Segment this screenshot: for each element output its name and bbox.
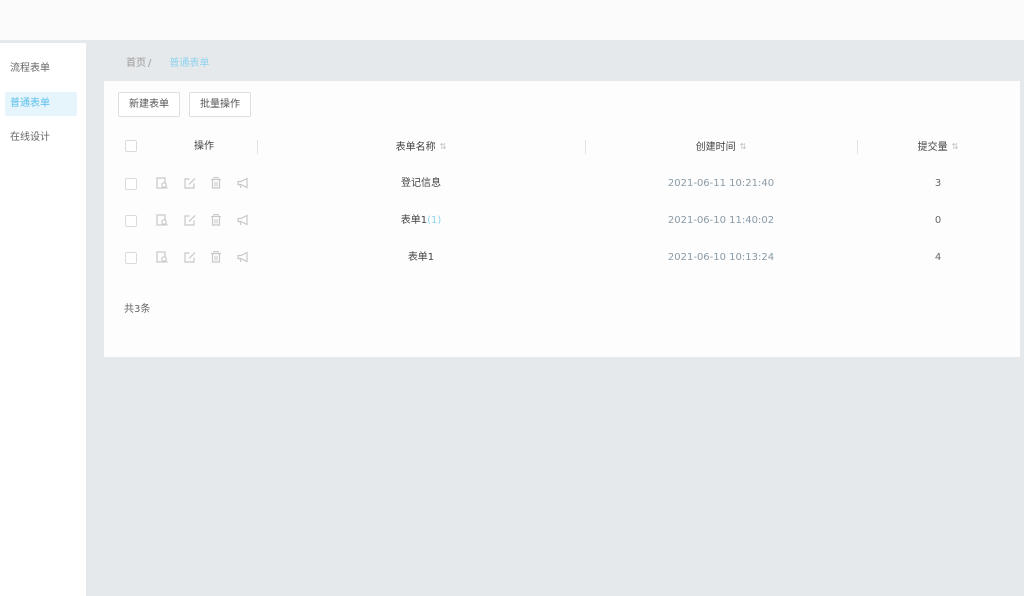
form-name-suffix[interactable]: (1) [427, 215, 441, 226]
form-name[interactable]: 表单1 [408, 252, 434, 263]
column-header-name[interactable]: 表单名称 ⇅ [258, 135, 584, 159]
sort-icon[interactable]: ⇅ [952, 135, 959, 159]
form-name[interactable]: 登记信息 [401, 178, 441, 189]
table-row: 表单1 2021-06-10 10:13:24 4 [104, 239, 1020, 276]
submit-count-cell: 3 [934, 178, 942, 189]
submit-count-cell: 0 [934, 215, 942, 226]
row-checkbox[interactable] [125, 178, 137, 190]
batch-operation-button[interactable]: 批量操作 [189, 92, 251, 117]
sidebar-item-online-design[interactable]: 在线设计 [5, 126, 77, 150]
column-header-time[interactable]: 创建时间 ⇅ [586, 135, 856, 159]
column-header-count-label: 提交量 [917, 142, 948, 153]
row-checkbox[interactable] [125, 252, 137, 264]
column-header-time-label: 创建时间 [695, 142, 736, 153]
edit-icon[interactable] [183, 213, 197, 227]
form-name-cell: 表单1 [258, 239, 584, 276]
publish-icon[interactable] [236, 176, 250, 190]
created-time-cell: 2021-06-11 10:21:40 [667, 178, 775, 189]
top-bar [0, 0, 1024, 40]
table-row: 登记信息 2021-06-11 10:21:40 3 [104, 165, 1020, 202]
form-name-cell: 登记信息 [258, 165, 584, 202]
publish-icon[interactable] [236, 250, 250, 264]
sidebar: 流程表单 普通表单 在线设计 [0, 43, 86, 596]
created-time-cell: 2021-06-10 10:13:24 [667, 252, 775, 263]
table-row: 表单1(1) 2021-06-10 11:40:02 0 [104, 202, 1020, 239]
view-icon[interactable] [155, 250, 169, 264]
select-all-checkbox[interactable] [125, 140, 137, 152]
edit-icon[interactable] [183, 176, 197, 190]
view-icon[interactable] [155, 176, 169, 190]
total-count: 共3条 [124, 304, 151, 315]
row-checkbox[interactable] [125, 215, 137, 227]
breadcrumb-parent[interactable]: 首页 [126, 58, 146, 69]
column-header-name-label: 表单名称 [395, 142, 436, 153]
publish-icon[interactable] [236, 213, 250, 227]
delete-icon[interactable] [209, 250, 223, 264]
form-name-cell: 表单1(1) [258, 202, 584, 239]
sort-icon[interactable]: ⇅ [440, 135, 447, 159]
form-name[interactable]: 表单1 [401, 215, 427, 226]
created-time-cell: 2021-06-10 11:40:02 [667, 215, 775, 226]
sort-icon[interactable]: ⇅ [740, 135, 747, 159]
breadcrumb: 首页 / 普通表单 [126, 54, 209, 69]
column-header-count[interactable]: 提交量 ⇅ [858, 135, 1018, 159]
submit-count-cell: 4 [934, 252, 942, 263]
breadcrumb-separator: / [148, 58, 152, 69]
delete-icon[interactable] [209, 213, 223, 227]
sidebar-item-flow-form[interactable]: 流程表单 [5, 57, 77, 81]
form-list-card: 新建表单 批量操作 操作 表单名称 ⇅ 创建时间 ⇅ 提交量 ⇅ 登记信息 2021-… [104, 81, 1020, 357]
sidebar-item-normal-form[interactable]: 普通表单 [5, 92, 77, 116]
delete-icon[interactable] [209, 176, 223, 190]
breadcrumb-current: 普通表单 [169, 58, 210, 69]
view-icon[interactable] [155, 213, 169, 227]
column-header-ops: 操作 [194, 141, 214, 152]
add-form-button[interactable]: 新建表单 [118, 92, 180, 117]
edit-icon[interactable] [183, 250, 197, 264]
table-header: 操作 表单名称 ⇅ 创建时间 ⇅ 提交量 ⇅ [104, 135, 1020, 159]
